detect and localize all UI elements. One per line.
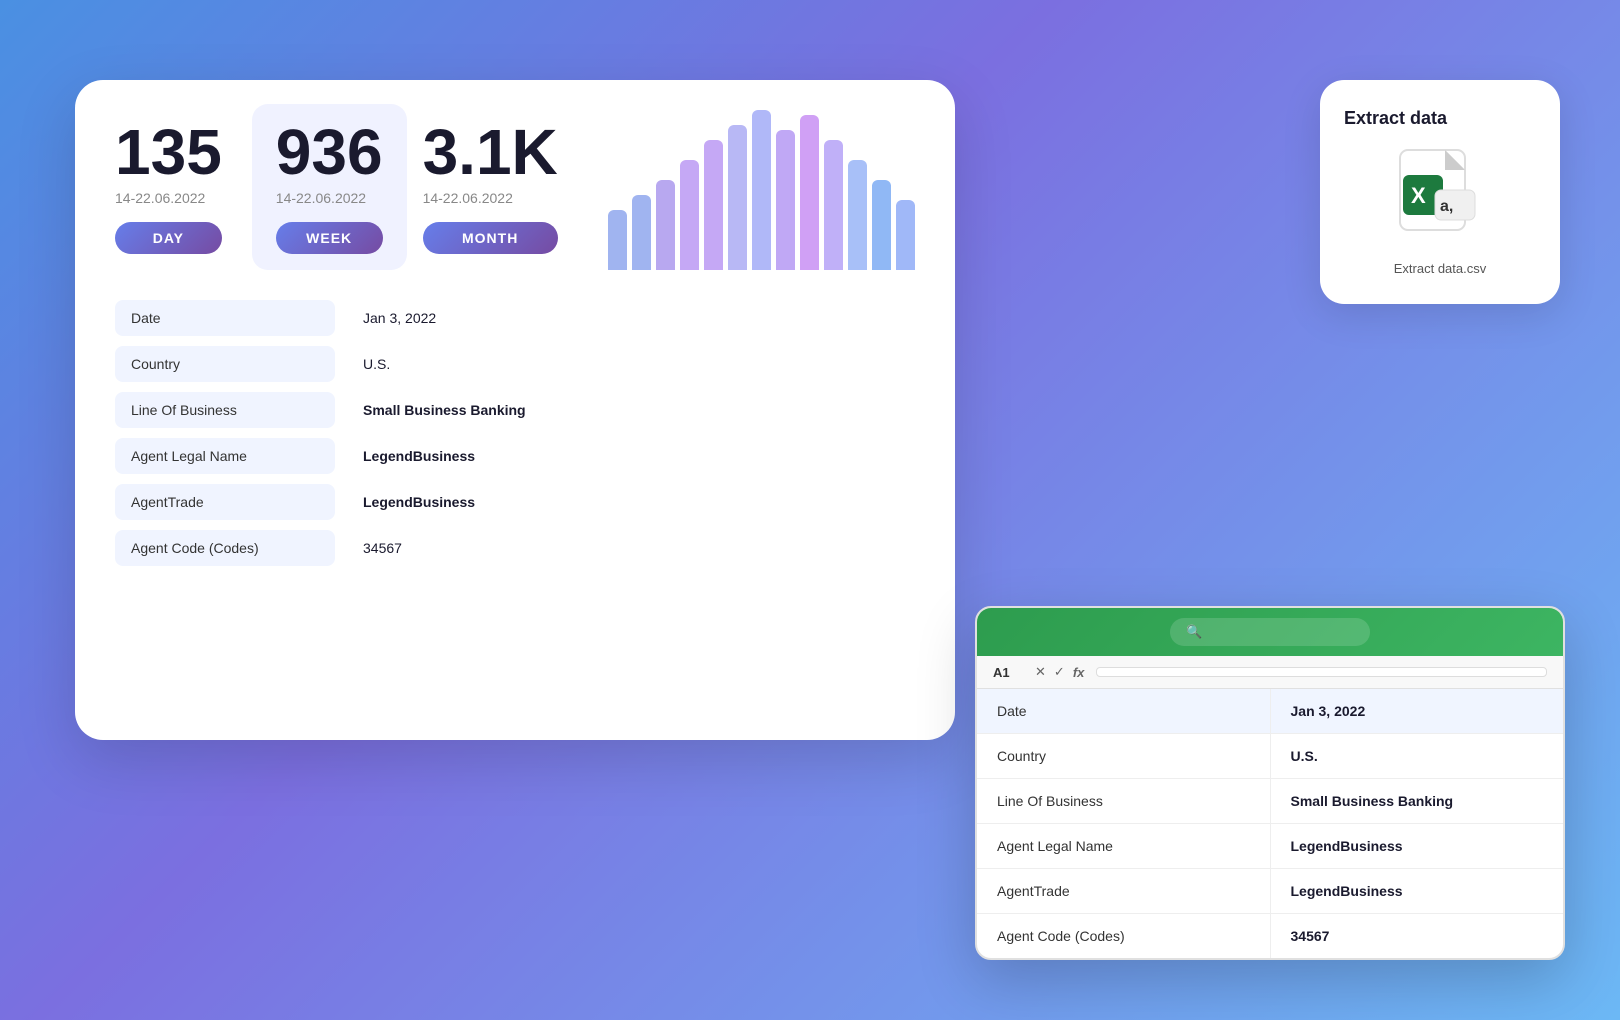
- data-row-5: Agent Code (Codes) 34567: [115, 530, 915, 566]
- data-label-2: Line Of Business: [115, 392, 335, 428]
- data-row-3: Agent Legal Name LegendBusiness: [115, 438, 915, 474]
- chart-bar-9: [824, 140, 843, 270]
- spreadsheet-header: 🔍: [977, 608, 1563, 656]
- data-label-4: AgentTrade: [115, 484, 335, 520]
- chart-bar-5: [728, 125, 747, 270]
- search-icon: 🔍: [1186, 624, 1202, 640]
- ss-value-4: LegendBusiness: [1271, 869, 1564, 913]
- data-label-0: Date: [115, 300, 335, 336]
- ss-label-0: Date: [977, 689, 1271, 733]
- fx-icon[interactable]: fx: [1073, 665, 1085, 680]
- stat-week: 936 14-22.06.2022 WEEK: [252, 104, 407, 270]
- ss-value-2: Small Business Banking: [1271, 779, 1564, 823]
- ss-value-1: U.S.: [1271, 734, 1564, 778]
- chart-bar-12: [896, 200, 915, 270]
- data-row-0: Date Jan 3, 2022: [115, 300, 915, 336]
- day-button[interactable]: DAY: [115, 222, 222, 254]
- chart-bar-3: [680, 160, 699, 270]
- cancel-formula-icon[interactable]: ✕: [1035, 664, 1046, 680]
- extract-filename: Extract data.csv: [1394, 261, 1486, 276]
- chart-bar-6: [752, 110, 771, 270]
- data-value-1: U.S.: [347, 346, 406, 382]
- chart-bar-0: [608, 210, 627, 270]
- ss-row-4: AgentTradeLegendBusiness: [977, 869, 1563, 914]
- dashboard-card: 135 14-22.06.2022 DAY 936 14-22.06.2022 …: [75, 80, 955, 740]
- ss-row-5: Agent Code (Codes)34567: [977, 914, 1563, 958]
- ss-value-0: Jan 3, 2022: [1271, 689, 1564, 733]
- week-button[interactable]: WEEK: [276, 222, 383, 254]
- stat-day-date: 14-22.06.2022: [115, 190, 222, 206]
- data-row-4: AgentTrade LegendBusiness: [115, 484, 915, 520]
- data-row-1: Country U.S.: [115, 346, 915, 382]
- ss-row-0: DateJan 3, 2022: [977, 689, 1563, 734]
- chart-bar-2: [656, 180, 675, 270]
- extract-card: Extract data X a, Extract data.csv: [1320, 80, 1560, 304]
- ss-label-2: Line Of Business: [977, 779, 1271, 823]
- cell-reference: A1: [993, 665, 1023, 680]
- data-value-5: 34567: [347, 530, 418, 566]
- data-value-3: LegendBusiness: [347, 438, 491, 474]
- ss-value-3: LegendBusiness: [1271, 824, 1564, 868]
- data-label-1: Country: [115, 346, 335, 382]
- spreadsheet-table: DateJan 3, 2022CountryU.S.Line Of Busine…: [977, 689, 1563, 958]
- spreadsheet-card: 🔍 A1 ✕ ✓ fx DateJan 3, 2022CountryU.S.Li…: [975, 606, 1565, 960]
- data-value-0: Jan 3, 2022: [347, 300, 452, 336]
- formula-input[interactable]: [1096, 667, 1547, 677]
- chart-bar-4: [704, 140, 723, 270]
- data-table: Date Jan 3, 2022 Country U.S. Line Of Busine…: [115, 300, 915, 566]
- ss-value-5: 34567: [1271, 914, 1564, 958]
- chart-bar-1: [632, 195, 651, 270]
- stat-week-value: 936: [276, 120, 383, 184]
- data-label-3: Agent Legal Name: [115, 438, 335, 474]
- ss-label-5: Agent Code (Codes): [977, 914, 1271, 958]
- ss-label-1: Country: [977, 734, 1271, 778]
- ss-row-2: Line Of BusinessSmall Business Banking: [977, 779, 1563, 824]
- stat-month: 3.1K 14-22.06.2022 MONTH: [423, 120, 588, 254]
- data-value-4: LegendBusiness: [347, 484, 491, 520]
- stat-day: 135 14-22.06.2022 DAY: [115, 120, 252, 254]
- formula-controls: ✕ ✓ fx: [1035, 664, 1084, 680]
- svg-text:a,: a,: [1440, 198, 1453, 215]
- file-icon: X a,: [1395, 145, 1485, 245]
- data-label-5: Agent Code (Codes): [115, 530, 335, 566]
- extract-card-title: Extract data: [1344, 108, 1447, 129]
- chart-bar-8: [800, 115, 819, 270]
- ss-row-1: CountryU.S.: [977, 734, 1563, 779]
- spreadsheet-search-bar[interactable]: 🔍: [1170, 618, 1370, 646]
- stat-day-value: 135: [115, 120, 222, 184]
- ss-label-4: AgentTrade: [977, 869, 1271, 913]
- confirm-formula-icon[interactable]: ✓: [1054, 664, 1065, 680]
- stats-row: 135 14-22.06.2022 DAY 936 14-22.06.2022 …: [115, 120, 915, 270]
- month-button[interactable]: MONTH: [423, 222, 558, 254]
- stat-week-date: 14-22.06.2022: [276, 190, 383, 206]
- formula-bar: A1 ✕ ✓ fx: [977, 656, 1563, 689]
- chart-bar-11: [872, 180, 891, 270]
- stat-month-value: 3.1K: [423, 120, 558, 184]
- svg-text:X: X: [1411, 183, 1426, 208]
- data-row-2: Line Of Business Small Business Banking: [115, 392, 915, 428]
- ss-label-3: Agent Legal Name: [977, 824, 1271, 868]
- bar-chart: [588, 120, 915, 270]
- chart-bar-10: [848, 160, 867, 270]
- ss-row-3: Agent Legal NameLegendBusiness: [977, 824, 1563, 869]
- data-value-2: Small Business Banking: [347, 392, 542, 428]
- chart-bar-7: [776, 130, 795, 270]
- stat-month-date: 14-22.06.2022: [423, 190, 558, 206]
